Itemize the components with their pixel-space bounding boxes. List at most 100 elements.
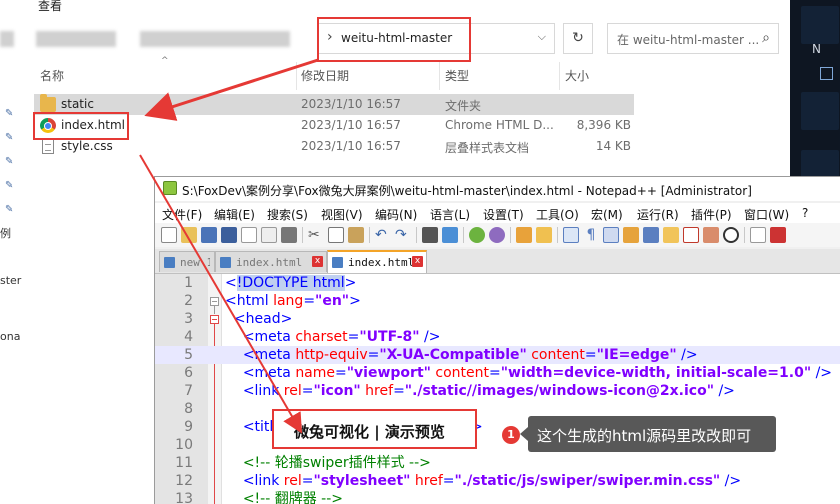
menu-window[interactable]: 窗口(W) — [744, 206, 789, 223]
menu-view[interactable]: 查看 — [38, 0, 62, 14]
line-number: 4 — [184, 329, 193, 345]
callout-tooltip: 这个生成的html源码里改改即可 — [520, 416, 776, 452]
code-line[interactable]: 12 <link rel="stylesheet" href="./static… — [155, 472, 840, 490]
pilcrow-icon[interactable]: ¶ — [583, 227, 599, 243]
notepadpp-app-icon — [163, 181, 177, 195]
code-editor[interactable]: 1 <!DOCTYPE html> 2 <html lang="en"> 3 <head… — [155, 274, 840, 504]
code-text: <head> — [233, 311, 293, 327]
tab-new-1[interactable]: new 1 — [159, 251, 215, 272]
save-all-icon[interactable] — [221, 227, 237, 243]
function-list-icon[interactable] — [663, 227, 679, 243]
column-header-name[interactable]: 名称 — [40, 67, 64, 93]
wrap-icon[interactable] — [536, 227, 552, 243]
column-header-date[interactable]: 修改日期 — [301, 67, 349, 93]
css-file-icon — [42, 139, 54, 154]
nav-item-label[interactable]: ona — [0, 330, 20, 343]
menu-run[interactable]: 运行(R) — [637, 206, 679, 223]
find-icon[interactable] — [422, 227, 438, 243]
menu-help[interactable]: ? — [802, 206, 808, 220]
close-all-icon[interactable] — [261, 227, 277, 243]
menu-macro[interactable]: 宏(M) — [591, 206, 623, 223]
sync-scroll-icon[interactable] — [516, 227, 532, 243]
nav-item-label[interactable]: 例 — [0, 225, 11, 241]
menu-settings[interactable]: 设置(T) — [483, 206, 524, 223]
code-line[interactable]: 13 <!-- 翻牌器 --> — [155, 490, 840, 504]
close-file-icon[interactable] — [241, 227, 257, 243]
undo-icon[interactable]: ↶ — [375, 227, 391, 243]
menu-file[interactable]: 文件(F) — [162, 206, 202, 223]
menu-language[interactable]: 语言(L) — [430, 206, 470, 223]
code-line[interactable]: 5 <meta http-equiv="X-UA-Compatible" con… — [155, 346, 840, 364]
code-line[interactable]: 7 <link rel="icon" href="./static//image… — [155, 382, 840, 400]
redo-icon[interactable]: ↷ — [395, 227, 411, 243]
address-bar[interactable]: › weitu-html-master ⌵ — [318, 23, 555, 54]
pin-icon: ✎ — [5, 156, 14, 167]
menu-search[interactable]: 搜索(S) — [267, 206, 308, 223]
zoom-in-icon[interactable] — [469, 227, 485, 243]
close-tab-icon[interactable]: x — [412, 256, 423, 267]
menu-edit[interactable]: 编辑(E) — [214, 206, 255, 223]
column-divider[interactable] — [296, 62, 297, 90]
file-row-static[interactable]: static 2023/1/10 16:57 文件夹 — [34, 94, 634, 115]
file-row-index-html[interactable]: index.html 2023/1/10 16:57 Chrome HTML D… — [34, 115, 634, 136]
tab-index-html[interactable]: index.html x — [215, 251, 327, 272]
column-header-type[interactable]: 类型 — [445, 67, 469, 93]
open-file-icon[interactable] — [181, 227, 197, 243]
indent-guide-icon[interactable] — [603, 227, 619, 243]
refresh-button[interactable]: ↻ — [563, 23, 593, 54]
doc-map-icon[interactable] — [643, 227, 659, 243]
search-icon: ⌕ — [762, 30, 770, 46]
record-macro-icon[interactable] — [750, 227, 766, 243]
file-name: static — [61, 97, 94, 111]
notepadpp-window: S:\FoxDev\案例分享\Fox微兔大屏案例\weitu-html-mast… — [154, 176, 840, 504]
file-row-style-css[interactable]: style.css 2023/1/10 16:57 层叠样式表文档 14 KB — [34, 136, 634, 157]
save-icon[interactable] — [201, 227, 217, 243]
line-number: 10 — [175, 437, 193, 453]
bookmark-icon[interactable] — [623, 227, 639, 243]
column-header-size[interactable]: 大小 — [565, 67, 589, 93]
paste-icon[interactable] — [348, 227, 364, 243]
folder-workspace-icon[interactable] — [683, 227, 699, 243]
nav-item-label[interactable]: ster — [0, 274, 21, 287]
code-line[interactable]: 3 <head> — [155, 310, 840, 328]
monitor-icon[interactable] — [703, 227, 719, 243]
refresh-icon: ↻ — [572, 30, 584, 46]
address-bar-row: › weitu-html-master ⌵ ↻ 在 weitu-html-mas… — [0, 17, 790, 61]
line-number: 11 — [175, 455, 193, 471]
menu-tools[interactable]: 工具(O) — [536, 206, 579, 223]
menu-view[interactable]: 视图(V) — [321, 206, 363, 223]
code-line[interactable]: 11 <!-- 轮播swiper插件样式 --> — [155, 454, 840, 472]
line-number: 1 — [184, 275, 193, 291]
zoom-out-icon[interactable] — [489, 227, 505, 243]
document-icon — [332, 257, 343, 268]
menu-plugins[interactable]: 插件(P) — [691, 206, 732, 223]
preview-eye-icon[interactable] — [723, 227, 739, 243]
chevron-down-icon[interactable]: ⌵ — [538, 30, 546, 44]
blurred-path — [36, 31, 116, 47]
menu-encoding[interactable]: 编码(N) — [375, 206, 417, 223]
all-chars-icon[interactable] — [563, 227, 579, 243]
code-line[interactable]: 6 <meta name="viewport" content="width=d… — [155, 364, 840, 382]
new-file-icon[interactable] — [161, 227, 177, 243]
stop-record-icon[interactable] — [770, 227, 786, 243]
blurred-path — [140, 31, 290, 47]
code-line[interactable]: 2 <html lang="en"> — [155, 292, 840, 310]
column-divider[interactable] — [439, 62, 440, 90]
folder-icon — [40, 94, 56, 112]
window-title-bar[interactable]: S:\FoxDev\案例分享\Fox微兔大屏案例\weitu-html-mast… — [155, 177, 840, 201]
panel-label: N — [812, 42, 821, 56]
print-icon[interactable] — [281, 227, 297, 243]
replace-icon[interactable] — [442, 227, 458, 243]
copy-icon[interactable] — [328, 227, 344, 243]
panel-checkbox[interactable] — [820, 67, 833, 80]
chevron-right-icon: › — [327, 29, 333, 45]
cut-icon[interactable]: ✂ — [308, 227, 324, 243]
code-line[interactable]: 1 <!DOCTYPE html> — [155, 274, 840, 292]
tab-index-html-active[interactable]: index.html x — [327, 250, 427, 273]
search-input[interactable]: 在 weitu-html-master ... ⌕ — [607, 23, 779, 54]
file-size: 8,396 KB — [576, 118, 631, 132]
close-tab-icon[interactable]: x — [312, 256, 323, 267]
code-text: <meta charset="UTF-8" /> — [242, 329, 441, 345]
column-divider[interactable] — [559, 62, 560, 90]
code-line[interactable]: 4 <meta charset="UTF-8" /> — [155, 328, 840, 346]
